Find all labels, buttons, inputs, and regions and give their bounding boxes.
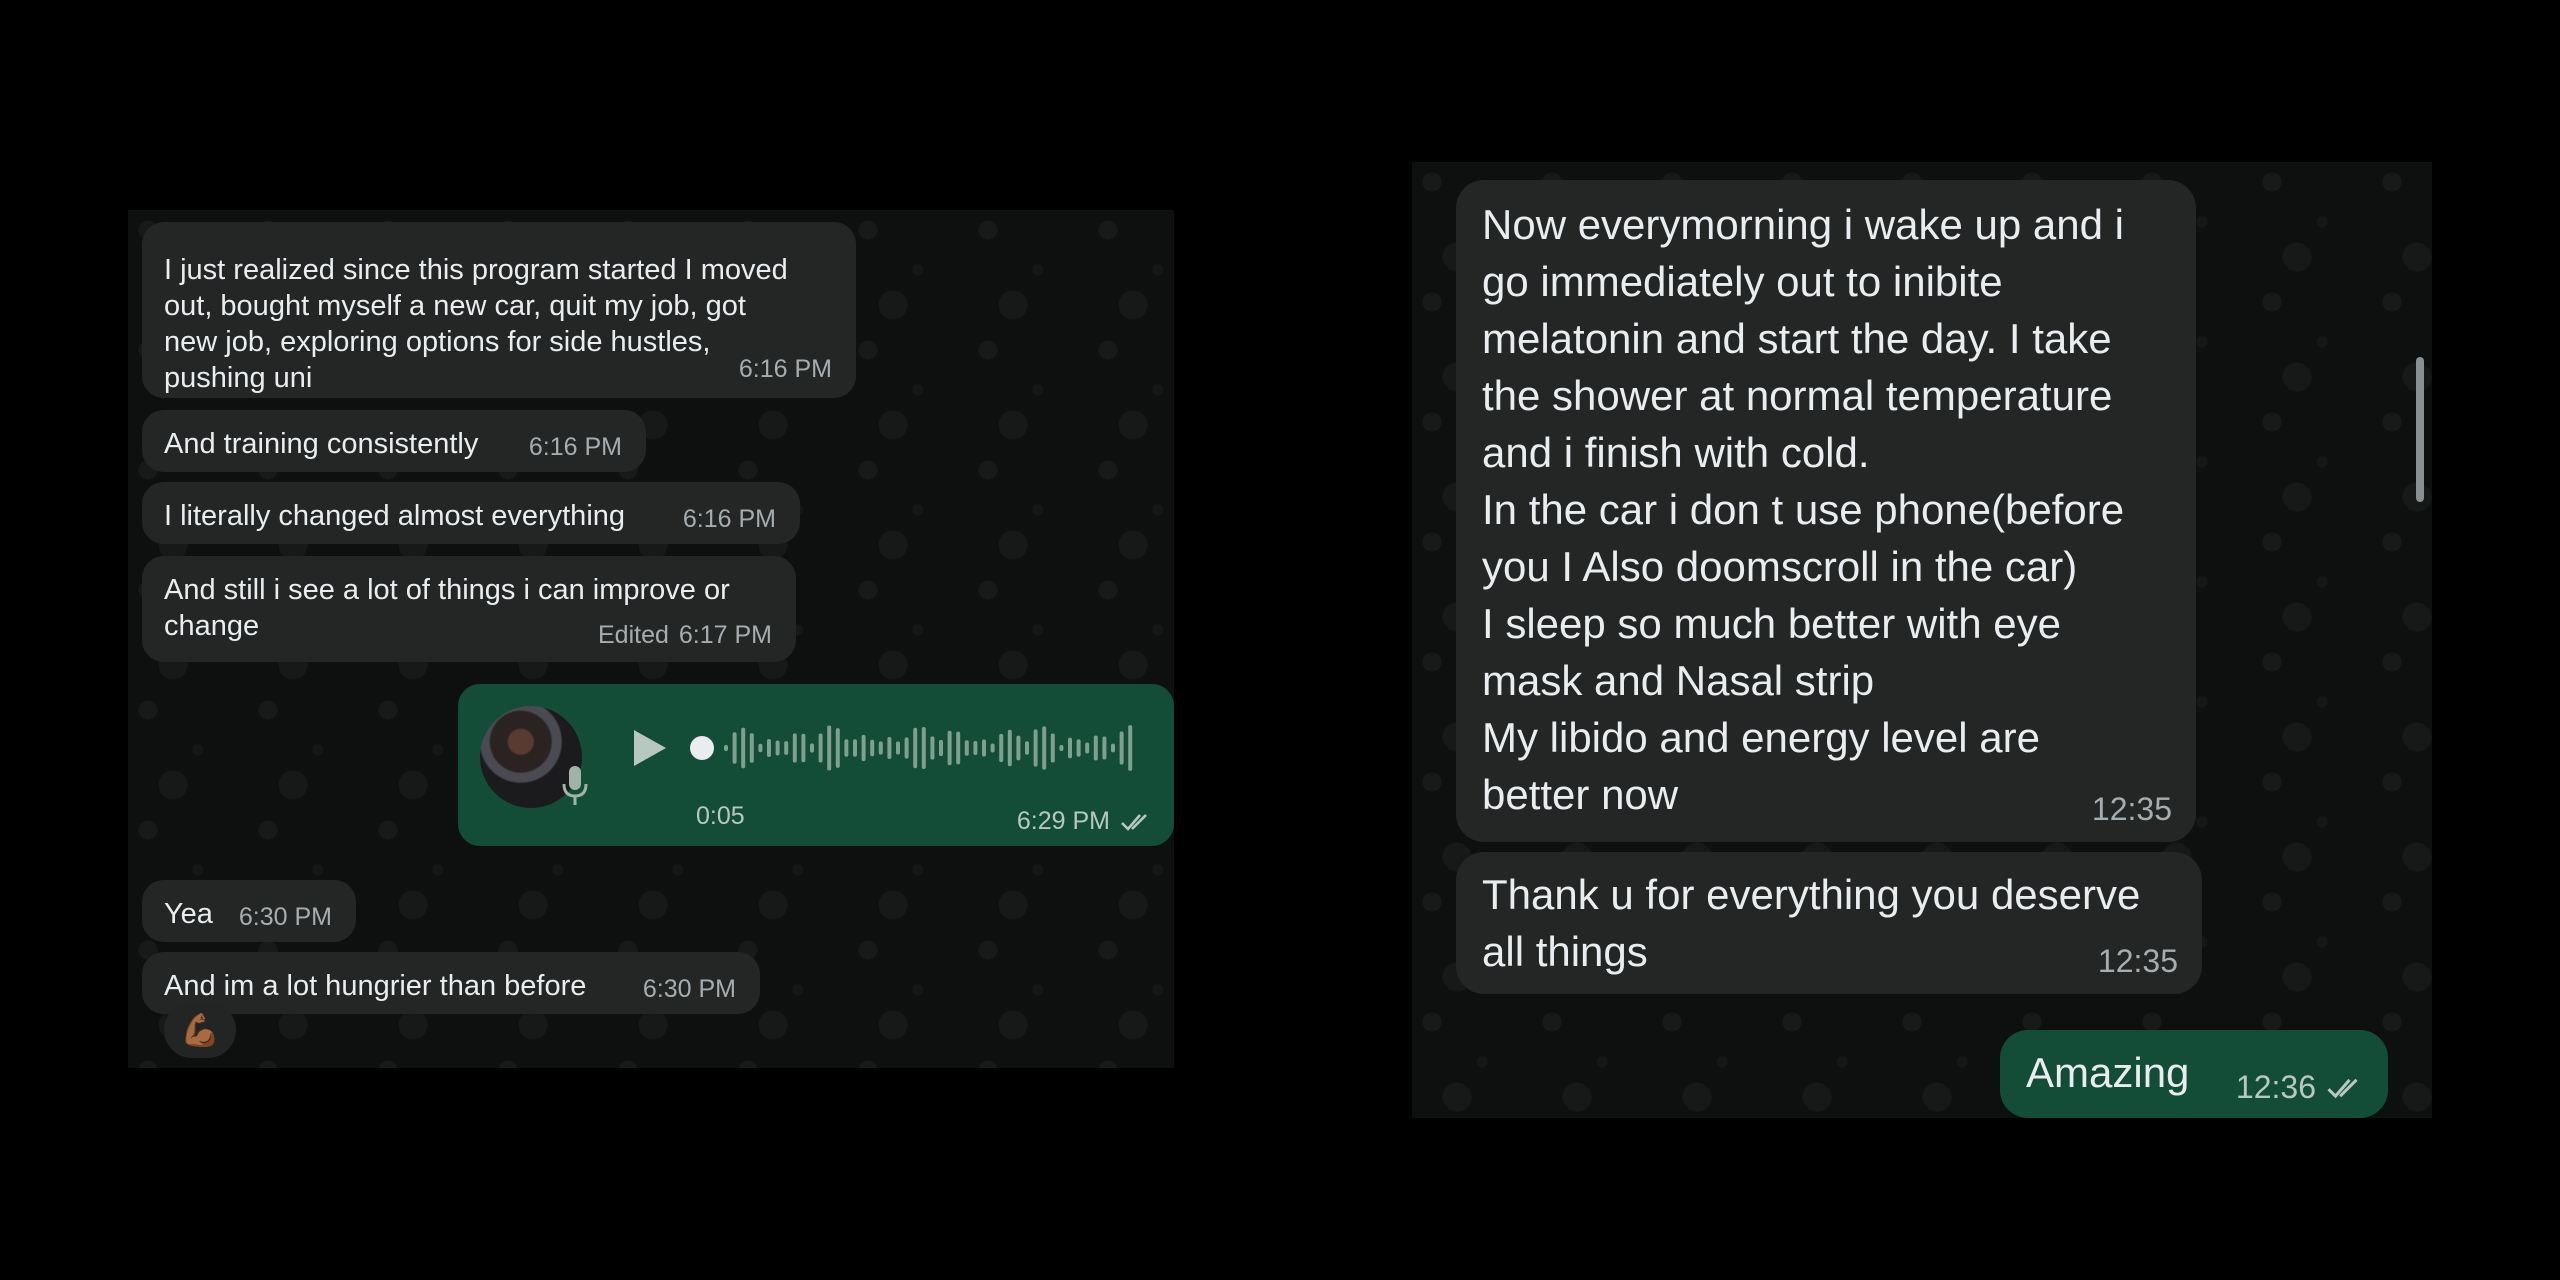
message-time: 12:36 [2235,1069,2316,1105]
right-chat-panel: Now everymorning i wake up and i go imme… [1412,162,2432,1118]
message-text: I just realized since this program start… [164,254,788,394]
voice-waveform[interactable] [688,718,1148,778]
waveform-bar [835,728,840,768]
waveform-bar [758,743,763,753]
message-bubble[interactable]: Thank u for everything you deserve all t… [1456,852,2202,994]
message-time: 6:17 PM [678,621,772,649]
message-time: 6:29 PM [1016,807,1110,835]
message-time: 6:30 PM [642,975,736,1003]
waveform-bar [1119,731,1124,765]
waveform-bar [990,743,995,753]
reaction-badge[interactable]: 💪🏾 [164,1002,236,1058]
waveform-bar [939,739,943,757]
waveform-bar [973,741,978,755]
waveform-bar [982,739,986,757]
message-text: Thank u for everything you deserve all t… [1482,871,2141,975]
waveform-bar [853,739,857,757]
waveform-bar [870,739,875,757]
waveform-bar [827,725,832,771]
waveform-bar [1093,735,1098,761]
waveform-bar [1042,726,1047,770]
playback-position-dot[interactable] [690,736,714,760]
message-bubble[interactable]: Now everymorning i wake up and i go imme… [1456,180,2196,842]
left-chat-panel: I just realized since this program start… [128,210,1174,1068]
waveform-bar [741,727,746,769]
waveform-bar [792,733,797,763]
waveform-bar [1050,733,1055,763]
message-bubble[interactable]: I just realized since this program start… [142,222,856,398]
waveform-bar [818,733,823,763]
waveform-bar [1076,739,1081,757]
double-check-icon [1121,813,1147,831]
waveform-bar [1033,729,1038,767]
waveform-bar [801,733,806,763]
waveform-bar [956,731,961,765]
voice-duration: 0:05 [696,802,745,830]
waveform-bar [964,740,969,756]
waveform-bar [1111,743,1115,753]
waveform-bar [1059,744,1064,752]
double-check-icon [2327,1078,2358,1098]
outgoing-message-bubble[interactable]: Amazing 12:36 [2000,1030,2388,1118]
voice-message-bubble[interactable]: 0:05 6:29 PM [458,684,1174,846]
message-time: 12:35 [2091,791,2172,827]
message-time: 6:16 PM [738,355,832,383]
waveform-bar [784,741,789,755]
message-bubble[interactable]: I literally changed almost everything 6:… [142,482,800,544]
waveform-bar [1068,737,1072,759]
microphone-icon [562,766,588,805]
waveform-bar [878,741,883,755]
message-time: 6:16 PM [528,433,622,461]
waveform-bar [749,733,754,763]
scrollbar[interactable] [2416,357,2424,502]
waveform-bar [1007,729,1012,767]
message-text: Now everymorning i wake up and i go imme… [1482,201,2125,818]
message-bubble[interactable]: And im a lot hungrier than before 6:30 P… [142,952,760,1014]
waveform-bar [1016,735,1021,761]
waveform-bar [732,732,737,764]
message-time: 6:16 PM [682,505,776,533]
waveform-bar [896,741,900,755]
waveform-bar [930,736,935,760]
waveform-bar [844,739,849,757]
waveform-bar [861,734,866,762]
reaction-emoji: 💪🏾 [180,1012,220,1048]
waveform-bar [810,743,814,753]
waveform-bar [724,745,728,751]
waveform-bar [913,727,918,769]
waveform-bar [904,737,909,759]
waveform-bar [999,733,1004,763]
message-time: 6:30 PM [238,903,332,931]
edited-label: Edited [598,621,669,649]
waveform-bar [1025,741,1029,755]
waveform-bar [1102,736,1107,760]
waveform-bar [775,740,780,756]
waveform-bar [921,726,926,770]
message-bubble[interactable]: And still i see a lot of things i can im… [142,556,796,662]
message-bubble[interactable]: Yea 6:30 PM [142,880,356,942]
play-button[interactable] [630,726,670,770]
message-time: 12:35 [2097,943,2178,979]
waveform-bar [767,739,771,757]
waveform-bar [887,736,892,760]
waveform-bar [1085,742,1090,754]
waveform-bar [1128,725,1133,771]
message-bubble[interactable]: And training consistently 6:16 PM [142,410,646,472]
waveform-bar [947,730,952,766]
